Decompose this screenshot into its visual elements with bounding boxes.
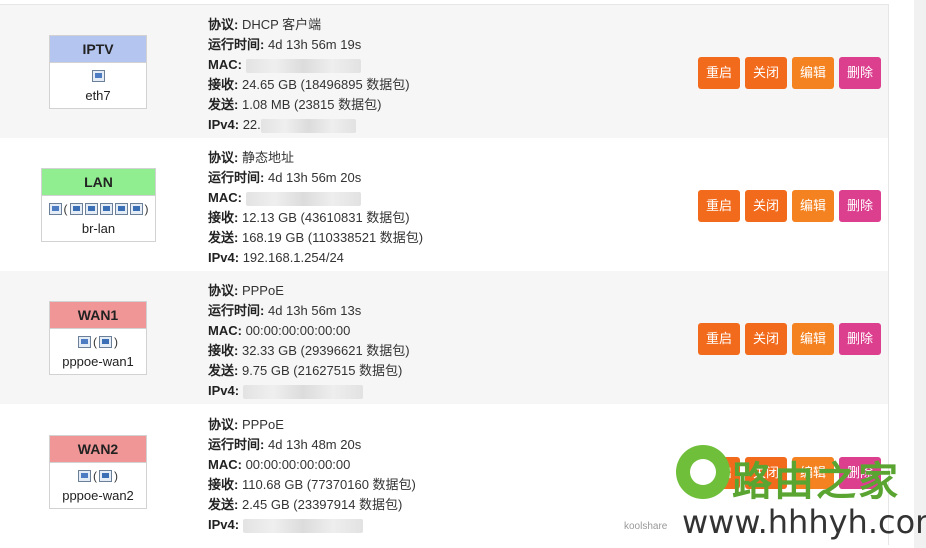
interface-actions: 重启 关闭 编辑 删除 <box>698 190 881 222</box>
interface-card-lan: LAN ( ) br-lan <box>41 168 156 242</box>
restart-button[interactable]: 重启 <box>698 323 740 355</box>
ethernet-port-icon <box>129 203 143 215</box>
rx-value: 12.13 GB (43610831 数据包) <box>241 210 410 225</box>
interface-device: pppoe-wan2 <box>62 488 134 503</box>
uptime-value: 4d 13h 48m 20s <box>267 437 362 452</box>
rx-value: 32.33 GB (29396621 数据包) <box>241 343 410 358</box>
rx-value: 24.65 GB (18496895 数据包) <box>241 77 410 92</box>
interface-row-wan1: WAN1 ( ) pppoe-wan1 协议: PPPoE 运行时间: 4d 1… <box>0 271 888 404</box>
interface-name: WAN1 <box>50 302 146 329</box>
edit-button[interactable]: 编辑 <box>792 457 834 489</box>
pppoe-icon <box>78 470 91 482</box>
protocol-value: 静态地址 <box>241 150 294 165</box>
uptime-value: 4d 13h 56m 20s <box>267 170 362 185</box>
interface-name: IPTV <box>50 36 146 63</box>
interface-info: 协议: 静态地址 运行时间: 4d 13h 56m 20s MAC: 接收: 1… <box>208 150 424 265</box>
ipv4-redacted <box>242 384 363 399</box>
mac-value: 00:00:00:00:00:00 <box>245 457 351 472</box>
scrollbar[interactable] <box>914 0 926 548</box>
stop-button[interactable]: 关闭 <box>745 190 787 222</box>
tx-value: 168.19 GB (110338521 数据包) <box>241 230 424 245</box>
edit-button[interactable]: 编辑 <box>792 323 834 355</box>
tx-value: 1.08 MB (23815 数据包) <box>241 97 382 112</box>
interface-card-wan1: WAN1 ( ) pppoe-wan1 <box>49 301 147 375</box>
uptime-value: 4d 13h 56m 13s <box>267 303 362 318</box>
interface-info: 协议: PPPoE 运行时间: 4d 13h 56m 13s MAC: 00:0… <box>208 283 410 399</box>
ipv4-redacted <box>242 518 363 533</box>
stop-button[interactable]: 关闭 <box>745 57 787 89</box>
interface-actions: 重启 关闭 编辑 删除 <box>698 457 881 489</box>
ethernet-port-icon <box>84 203 98 215</box>
interface-info: 协议: PPPoE 运行时间: 4d 13h 48m 20s MAC: 00:0… <box>208 417 416 533</box>
ethernet-port-icon <box>99 203 113 215</box>
interface-device: br-lan <box>81 221 116 236</box>
ethernet-port-icon <box>99 336 112 348</box>
mac-redacted <box>245 58 361 73</box>
interface-device: pppoe-wan1 <box>62 354 134 369</box>
ethernet-port-icon <box>114 203 128 215</box>
uptime-value: 4d 13h 56m 19s <box>267 37 362 52</box>
delete-button[interactable]: 删除 <box>839 323 881 355</box>
interface-card-wan2: WAN2 ( ) pppoe-wan2 <box>49 435 147 509</box>
mac-value: 00:00:00:00:00:00 <box>245 323 351 338</box>
interface-name: WAN2 <box>50 436 146 463</box>
tx-value: 9.75 GB (21627515 数据包) <box>241 363 403 378</box>
protocol-value: PPPoE <box>241 283 284 298</box>
interface-row-iptv: IPTV eth7 协议: DHCP 客户端 运行时间: 4d 13h 56m … <box>0 5 888 138</box>
interfaces-panel: IPTV eth7 协议: DHCP 客户端 运行时间: 4d 13h 56m … <box>0 4 889 545</box>
ipv4-value: 22. <box>242 117 261 132</box>
restart-button[interactable]: 重启 <box>698 57 740 89</box>
delete-button[interactable]: 删除 <box>839 457 881 489</box>
ipv4-redacted <box>260 118 356 133</box>
interface-row-wan2: WAN2 ( ) pppoe-wan2 协议: PPPoE 运行时间: 4d 1… <box>0 405 888 538</box>
stop-button[interactable]: 关闭 <box>745 457 787 489</box>
interface-row-lan: LAN ( ) br-lan 协议: 静态地址 运行时间: 4d 13h 56m… <box>0 138 888 271</box>
ethernet-port-icon <box>91 70 105 82</box>
edit-button[interactable]: 编辑 <box>792 190 834 222</box>
delete-button[interactable]: 删除 <box>839 57 881 89</box>
edit-button[interactable]: 编辑 <box>792 57 834 89</box>
interface-device: eth7 <box>85 88 111 103</box>
interface-info: 协议: DHCP 客户端 运行时间: 4d 13h 56m 19s MAC: 接… <box>208 17 410 133</box>
pppoe-icon <box>78 336 91 348</box>
stop-button[interactable]: 关闭 <box>745 323 787 355</box>
protocol-value: DHCP 客户端 <box>241 17 322 32</box>
rx-value: 110.68 GB (77370160 数据包) <box>241 477 416 492</box>
restart-button[interactable]: 重启 <box>698 190 740 222</box>
ethernet-port-icon <box>69 203 83 215</box>
restart-button[interactable]: 重启 <box>698 457 740 489</box>
delete-button[interactable]: 删除 <box>839 190 881 222</box>
interface-actions: 重启 关闭 编辑 删除 <box>698 323 881 355</box>
tx-value: 2.45 GB (23397914 数据包) <box>241 497 403 512</box>
ethernet-port-icon <box>99 470 112 482</box>
interface-name: LAN <box>42 169 155 196</box>
bridge-icon <box>48 203 62 215</box>
ipv4-value: 192.168.1.254/24 <box>242 250 344 265</box>
mac-redacted <box>245 191 361 206</box>
protocol-value: PPPoE <box>241 417 284 432</box>
interface-actions: 重启 关闭 编辑 删除 <box>698 57 881 89</box>
interface-card-iptv: IPTV eth7 <box>49 35 147 109</box>
